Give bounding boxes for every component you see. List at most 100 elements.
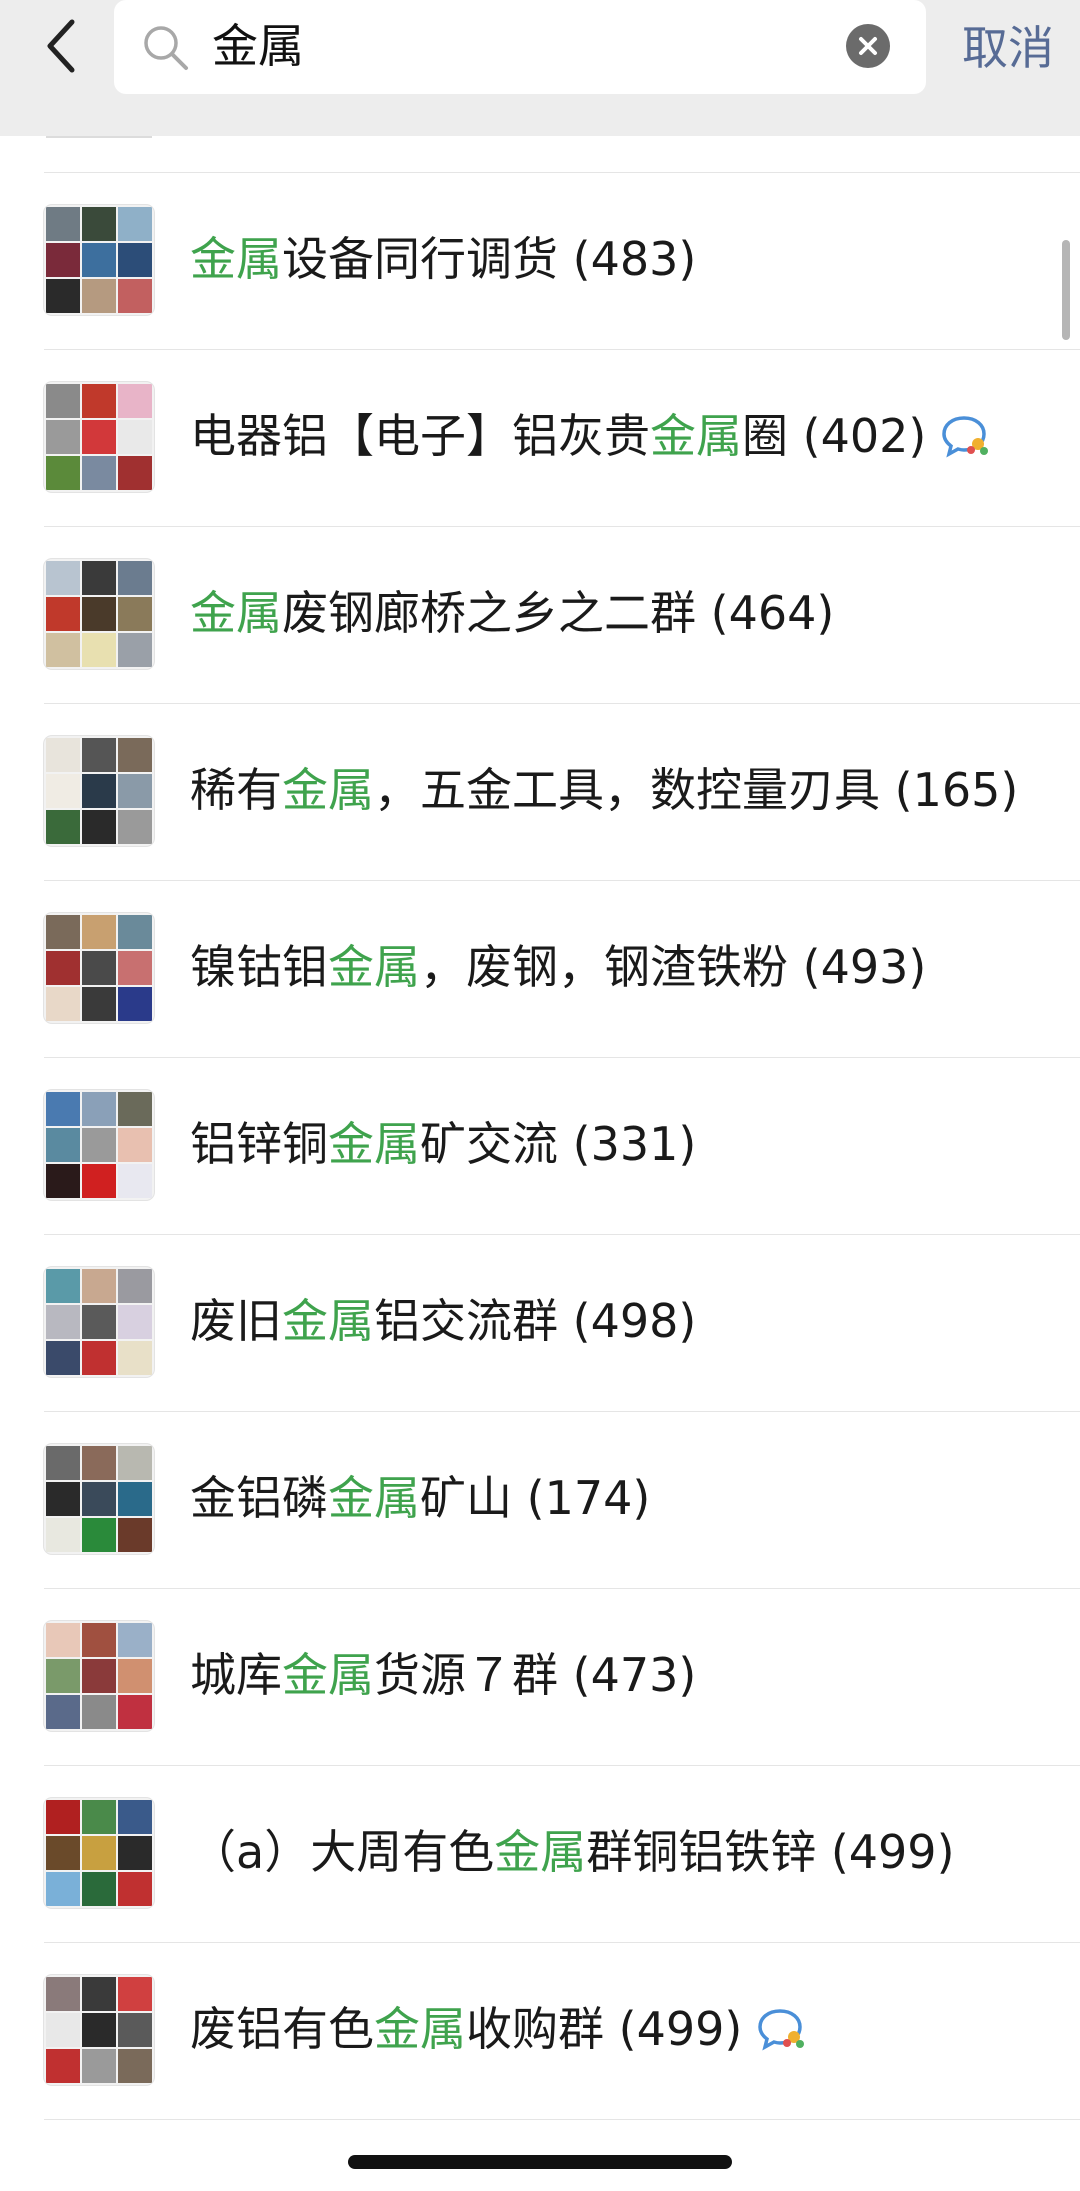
- avatar-tile: [118, 1800, 152, 1834]
- group-result-row[interactable]: 金属设备同行调货 (483): [0, 173, 1080, 350]
- keyword-highlight: 金属: [328, 1117, 420, 1171]
- group-name: 金铝磷金属矿山 (174): [190, 1464, 650, 1532]
- avatar-tile: [46, 1305, 80, 1339]
- group-name-suffix: 圈: [742, 409, 788, 463]
- group-avatar: [44, 1621, 154, 1731]
- group-name: 金属设备同行调货 (483): [190, 225, 696, 293]
- avatar-tile: [46, 810, 80, 844]
- home-indicator[interactable]: [348, 2155, 732, 2169]
- keyword-highlight: 金属: [328, 1471, 420, 1525]
- avatar-tile: [118, 1269, 152, 1303]
- avatar-tile: [46, 2049, 80, 2083]
- avatar-tile: [118, 1092, 152, 1126]
- avatar-tile: [46, 951, 80, 985]
- keyword-highlight: 金属: [650, 409, 742, 463]
- group-avatar: [44, 559, 154, 669]
- group-name-suffix: 货源７群: [374, 1648, 558, 1702]
- avatar-tile: [46, 2013, 80, 2047]
- avatar-tile: [118, 279, 152, 313]
- member-count: (165): [880, 763, 1019, 817]
- avatar-tile: [46, 279, 80, 313]
- group-result-row[interactable]: 废铝有色金属收购群 (499): [0, 1943, 1080, 2120]
- avatar-tile: [46, 456, 80, 490]
- avatar-tile: [118, 1446, 152, 1480]
- avatar-tile: [118, 456, 152, 490]
- group-avatar: [44, 913, 154, 1023]
- back-arrow-icon[interactable]: [42, 16, 82, 76]
- avatar-tile: [82, 207, 116, 241]
- group-name-prefix: 金铝磷: [190, 1471, 328, 1525]
- group-result-row[interactable]: 金属废钢廊桥之乡之二群 (464): [0, 527, 1080, 704]
- member-count: (499): [816, 1825, 955, 1879]
- avatar-tile: [46, 1269, 80, 1303]
- avatar-tile: [82, 774, 116, 808]
- group-result-row[interactable]: 稀有金属，五金工具，数控量刃具 (165): [0, 704, 1080, 881]
- group-name-prefix: （a）大周有色: [190, 1825, 495, 1879]
- close-icon: [859, 37, 877, 55]
- avatar-tile: [82, 810, 116, 844]
- avatar-tile: [82, 1623, 116, 1657]
- group-name-suffix: 收购群: [466, 2002, 604, 2056]
- avatar-tile: [118, 1659, 152, 1693]
- avatar-tile: [118, 384, 152, 418]
- group-result-row[interactable]: 城库金属货源７群 (473): [0, 1589, 1080, 1766]
- member-count: (498): [558, 1294, 697, 1348]
- avatar-tile: [82, 1659, 116, 1693]
- group-avatar: [44, 1267, 154, 1377]
- member-count: (331): [558, 1117, 697, 1171]
- avatar-tile: [82, 1482, 116, 1516]
- avatar-tile: [46, 384, 80, 418]
- avatar-tile: [82, 1695, 116, 1729]
- chat-bubble-icon: [758, 2008, 805, 2050]
- avatar-tile: [118, 243, 152, 277]
- group-name-prefix: 铝锌铜: [190, 1117, 328, 1171]
- avatar-tile: [118, 1482, 152, 1516]
- group-name-prefix: 镍钴钼: [190, 940, 328, 994]
- keyword-highlight: 金属: [282, 1294, 374, 1348]
- avatar-tile: [46, 1164, 80, 1198]
- avatar-tile: [82, 243, 116, 277]
- group-result-row[interactable]: 铝锌铜金属矿交流 (331): [0, 1058, 1080, 1235]
- group-result-row[interactable]: 镍钴钼金属，废钢，钢渣铁粉 (493): [0, 881, 1080, 1058]
- member-count: (464): [696, 586, 835, 640]
- group-avatar: [44, 205, 154, 315]
- search-input[interactable]: 金属: [212, 16, 304, 76]
- keyword-highlight: 金属: [374, 2002, 466, 2056]
- keyword-highlight: 金属: [282, 1648, 374, 1702]
- group-name-suffix: 设备同行调货: [282, 232, 558, 286]
- avatar-tile: [46, 1482, 80, 1516]
- group-result-row[interactable]: （a）大周有色金属群铜铝铁锌 (499): [0, 1766, 1080, 1943]
- keyword-highlight: 金属: [190, 586, 282, 640]
- cancel-button[interactable]: 取消: [962, 18, 1054, 78]
- member-count: (493): [788, 940, 927, 994]
- group-name-suffix: 废钢廊桥之乡之二群: [282, 586, 696, 640]
- avatar-tile: [82, 279, 116, 313]
- avatar-tile: [46, 1092, 80, 1126]
- avatar-tile: [46, 243, 80, 277]
- group-name: 镍钴钼金属，废钢，钢渣铁粉 (493): [190, 933, 926, 1001]
- avatar-tile: [46, 1977, 80, 2011]
- search-icon: [144, 26, 188, 70]
- search-field[interactable]: 金属: [114, 0, 926, 94]
- member-count: (174): [512, 1471, 651, 1525]
- clear-search-button[interactable]: [846, 24, 890, 68]
- keyword-highlight: 金属: [190, 232, 282, 286]
- avatar-tile: [46, 420, 80, 454]
- group-result-row[interactable]: 废旧金属铝交流群 (498): [0, 1235, 1080, 1412]
- avatar-tile: [82, 2049, 116, 2083]
- group-name: 铝锌铜金属矿交流 (331): [190, 1110, 696, 1178]
- scrollbar[interactable]: [1062, 240, 1070, 340]
- group-name-prefix: 废旧: [190, 1294, 282, 1348]
- avatar-tile: [118, 810, 152, 844]
- group-name-suffix: ，五金工具，数控量刃具: [374, 763, 880, 817]
- avatar-tile: [46, 633, 80, 667]
- avatar-tile: [118, 1623, 152, 1657]
- group-name-suffix: 矿交流: [420, 1117, 558, 1171]
- avatar-tile: [46, 1623, 80, 1657]
- group-avatar: [44, 1090, 154, 1200]
- group-result-row[interactable]: 金铝磷金属矿山 (174): [0, 1412, 1080, 1589]
- keyword-highlight: 金属: [328, 940, 420, 994]
- group-result-row[interactable]: 电器铝【电子】铝灰贵金属圈 (402): [0, 350, 1080, 527]
- avatar-tile: [118, 561, 152, 595]
- avatar-tile: [118, 774, 152, 808]
